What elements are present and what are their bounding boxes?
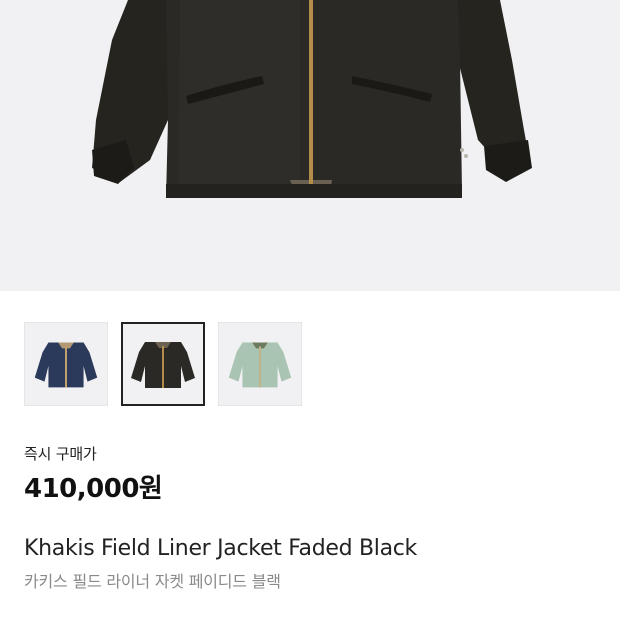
product-subtitle: 카키스 필드 라이너 자켓 페이디드 블랙 bbox=[24, 572, 281, 591]
product-page: 즉시 구매가 410,000원 Khakis Field Liner Jacke… bbox=[0, 0, 620, 620]
price-label: 즉시 구매가 bbox=[24, 445, 97, 463]
product-main-image[interactable] bbox=[0, 0, 620, 291]
thumbnail-mint[interactable] bbox=[218, 322, 302, 406]
product-title: Khakis Field Liner Jacket Faded Black bbox=[24, 536, 417, 561]
color-thumbnails bbox=[24, 322, 302, 406]
faded-black-jacket-image bbox=[131, 342, 195, 388]
navy-jacket-image bbox=[34, 342, 98, 388]
thumbnail-faded-black[interactable] bbox=[121, 322, 205, 406]
thumbnail-navy[interactable] bbox=[24, 322, 108, 406]
jacket-illustration bbox=[92, 0, 532, 198]
mint-jacket-image bbox=[228, 342, 292, 388]
price-value: 410,000원 bbox=[24, 474, 163, 504]
